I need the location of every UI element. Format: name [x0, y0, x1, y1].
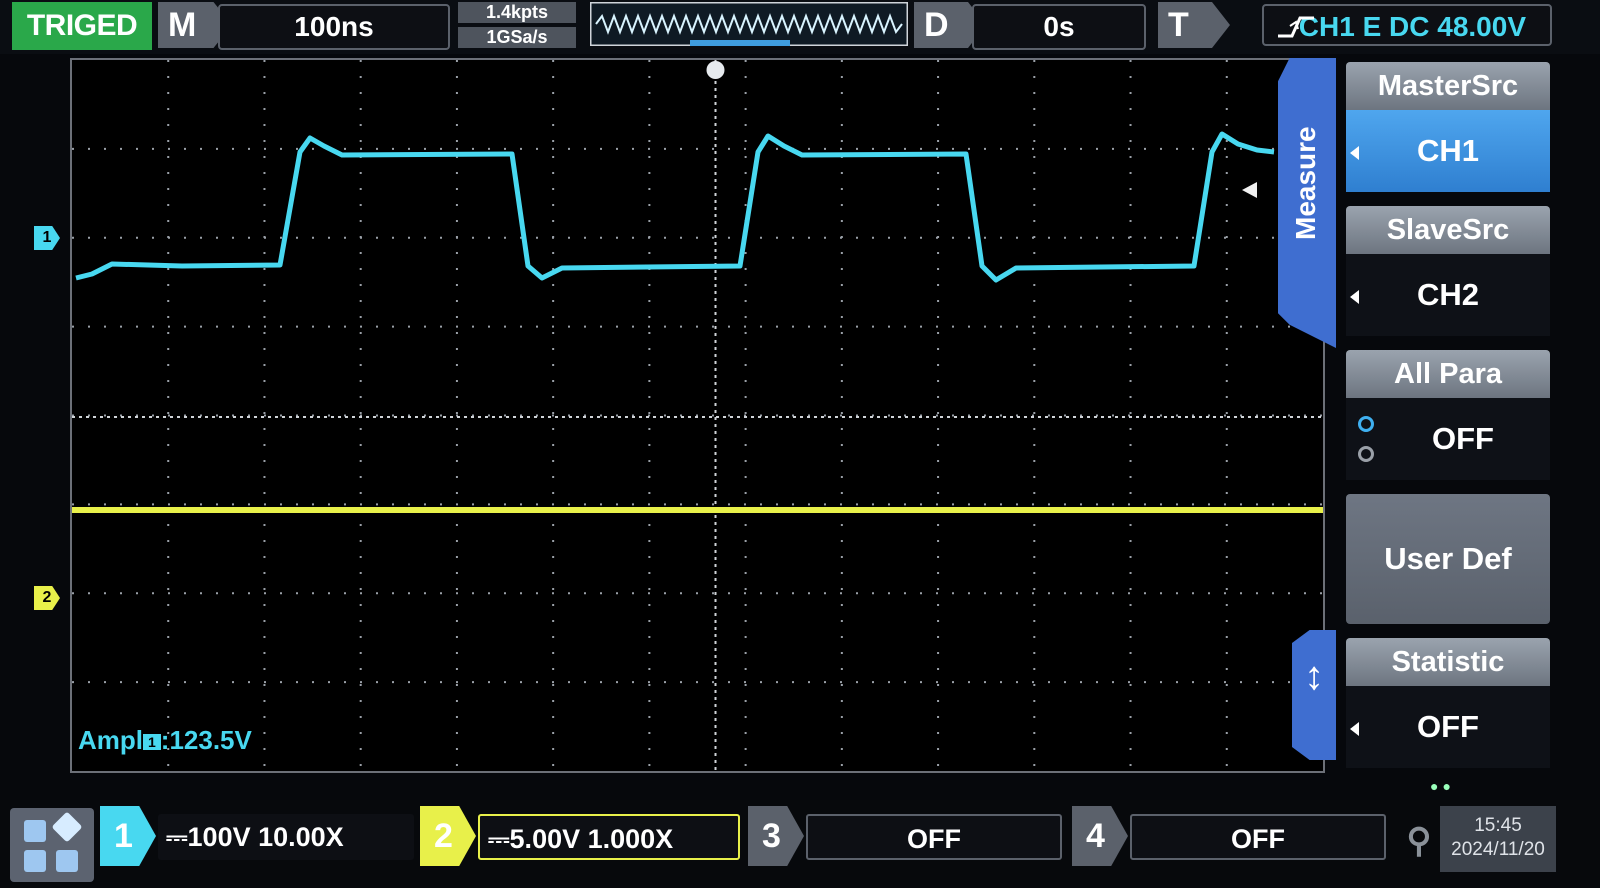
menu-master-src[interactable]: MasterSrc CH1 [1346, 62, 1550, 192]
left-arrow-icon [1350, 722, 1359, 736]
amplitude-measurement: Ampl 1:123.5V [78, 725, 252, 756]
delay-value[interactable]: 0s [972, 4, 1146, 50]
statistic-value: OFF [1417, 709, 1479, 744]
channel-4-setting[interactable]: OFF [1130, 814, 1386, 860]
grid-tile-icon [56, 850, 78, 872]
sample-rate: 1GSa/s [458, 27, 576, 48]
trigger-position-marker [706, 61, 725, 79]
channel-1-button[interactable]: 1 [100, 806, 156, 866]
system-clock: 15:45 2024/11/20 [1440, 806, 1556, 872]
radio-on-icon[interactable] [1358, 416, 1374, 432]
clock-time: 15:45 [1474, 815, 1522, 836]
measurement-channel-badge: 1 [143, 734, 161, 751]
memory-overview-icon [588, 0, 910, 48]
waveform-grid[interactable] [70, 58, 1325, 773]
statistic-label: Statistic [1346, 638, 1550, 686]
memory-depth: 1.4kpts [458, 2, 576, 23]
left-arrow-icon [1350, 290, 1359, 304]
usb-icon: ⚲ [1406, 822, 1432, 860]
home-menu-button[interactable] [10, 808, 94, 882]
grid-tile-icon [24, 820, 46, 842]
menu-all-para[interactable]: All Para OFF [1346, 350, 1550, 480]
top-status-bar: TRIGED M 100ns 1.4kpts 1GSa/s D 0s T CH1… [0, 0, 1600, 54]
menu-statistic[interactable]: Statistic OFF [1346, 638, 1550, 768]
page-indicator-icon: ●● [1430, 778, 1455, 794]
memory-overview-waveform [588, 0, 910, 48]
ch2-offset-marker[interactable]: 2 [34, 586, 60, 610]
left-arrow-icon [1350, 146, 1359, 160]
oscilloscope-screen: TRIGED M 100ns 1.4kpts 1GSa/s D 0s T CH1… [0, 0, 1600, 888]
grid-tile-icon [51, 811, 83, 843]
channel-3-button[interactable]: 3 [748, 806, 804, 866]
slave-src-value: CH2 [1416, 277, 1479, 312]
trigger-tag[interactable]: T [1158, 2, 1230, 48]
bottom-channel-bar: 1 ⎓100V 10.00X 2 ⎓5.00V 1.000X 3 OFF 4 O… [0, 800, 1600, 888]
statistic-value-box[interactable]: OFF [1346, 686, 1550, 768]
master-src-value: CH1 [1416, 133, 1479, 168]
master-src-label: MasterSrc [1346, 62, 1550, 110]
user-def-label: User Def [1346, 494, 1550, 624]
master-src-value-box[interactable]: CH1 [1346, 110, 1550, 192]
measure-tab-label: Measure [1290, 126, 1321, 240]
all-para-value-box[interactable]: OFF [1346, 398, 1550, 480]
menu-user-def[interactable]: User Def [1346, 494, 1550, 624]
all-para-label: All Para [1346, 350, 1550, 398]
channel-2-setting[interactable]: ⎓5.00V 1.000X [478, 814, 740, 860]
channel-1-setting[interactable]: ⎓100V 10.00X [158, 814, 414, 860]
grid-tile-icon [24, 850, 46, 872]
trigger-source-text: CH1 E DC 48.00V [1298, 11, 1526, 42]
ch1-offset-marker[interactable]: 1 [34, 226, 60, 250]
waveform-canvas [72, 60, 1323, 771]
clock-date: 2024/11/20 [1451, 839, 1545, 860]
up-down-arrow-icon: ↕ [1304, 654, 1324, 698]
ch1-trace [75, 131, 1275, 283]
channel-4-button[interactable]: 4 [1072, 806, 1128, 866]
timebase-value[interactable]: 100ns [218, 4, 450, 50]
all-para-value: OFF [1432, 421, 1494, 456]
channel-3-setting[interactable]: OFF [806, 814, 1062, 860]
measure-menu: MasterSrc CH1 SlaveSrc CH2 All Para OFF … [1340, 58, 1552, 798]
amplitude-value: :123.5V [160, 725, 252, 755]
channel-2-button[interactable]: 2 [420, 806, 476, 866]
trigger-status: TRIGED [12, 2, 152, 50]
menu-slave-src[interactable]: SlaveSrc CH2 [1346, 206, 1550, 336]
slave-src-value-box[interactable]: CH2 [1346, 254, 1550, 336]
slave-src-label: SlaveSrc [1346, 206, 1550, 254]
amplitude-label: Ampl [78, 725, 143, 755]
trigger-level-marker [1242, 182, 1257, 198]
radio-off-icon[interactable] [1358, 446, 1374, 462]
